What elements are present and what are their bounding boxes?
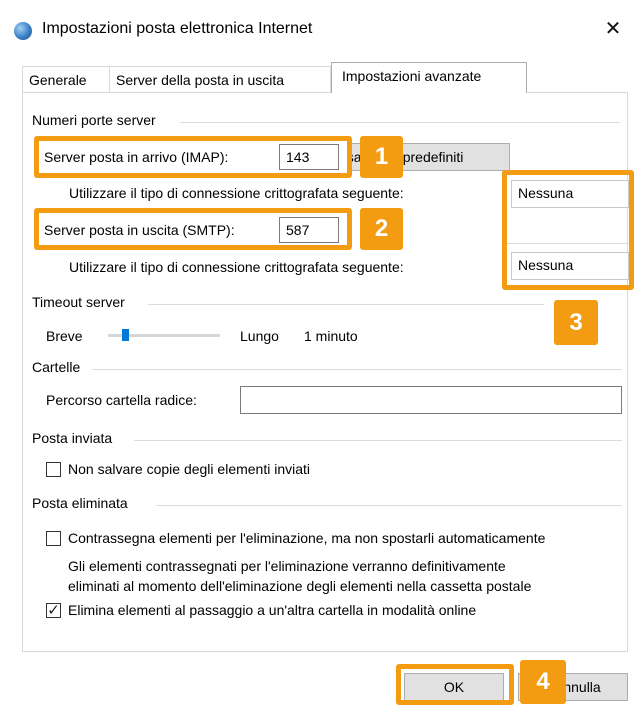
section-server-ports: Numeri porte server [32, 112, 160, 128]
group-divider [92, 369, 622, 370]
group-divider [180, 122, 620, 123]
mark-for-deletion-checkbox[interactable] [46, 531, 61, 546]
section-folders: Cartelle [32, 359, 85, 375]
encryption-divider [507, 243, 629, 244]
tab-server-posta-uscita[interactable]: Server della posta in uscita [109, 66, 331, 92]
section-sent: Posta inviata [32, 430, 117, 446]
deletion-info-line-1: Gli elementi contrassegnati per l'elimin… [68, 558, 506, 574]
timeout-short-label: Breve [46, 328, 83, 344]
no-sent-copies-checkbox[interactable] [46, 462, 61, 477]
badge-2: 2 [360, 208, 403, 250]
group-divider [156, 505, 622, 506]
encryption-out-label: Utilizzare il tipo di connessione critto… [69, 259, 404, 275]
purge-items-label: Elimina elementi al passaggio a un'altra… [68, 602, 477, 618]
tab-generale[interactable]: Generale [22, 66, 110, 92]
title-bar: Impostazioni posta elettronica Internet … [0, 0, 635, 64]
section-timeout: Timeout server [32, 294, 129, 310]
encryption-in-label: Utilizzare il tipo di connessione critto… [69, 185, 404, 201]
close-icon[interactable]: ✕ [598, 14, 628, 44]
group-divider [148, 304, 544, 305]
badge-3: 3 [554, 300, 598, 345]
deletion-info-line-2: eliminati al momento dell'eliminazione d… [68, 578, 532, 594]
highlight-ok [396, 664, 514, 705]
badge-4: 4 [520, 660, 566, 704]
window-title: Impostazioni posta elettronica Internet [42, 20, 313, 37]
purge-items-checkbox[interactable]: ✓ [46, 603, 61, 618]
highlight-imap [34, 136, 352, 178]
group-divider [134, 440, 622, 441]
globe-icon [14, 22, 32, 40]
section-deleted: Posta eliminata [32, 495, 132, 511]
timeout-value: 1 minuto [304, 328, 358, 344]
root-path-label: Percorso cartella radice: [46, 392, 197, 408]
timeout-long-label: Lungo [240, 328, 279, 344]
tab-impostazioni-avanzate[interactable]: Impostazioni avanzate [331, 62, 527, 93]
mark-for-deletion-label: Contrassegna elementi per l'eliminazione… [68, 530, 546, 546]
highlight-encryption [502, 170, 634, 290]
timeout-slider-thumb[interactable] [121, 329, 129, 341]
root-path-input[interactable] [240, 386, 622, 414]
highlight-smtp [34, 208, 352, 250]
no-sent-copies-label: Non salvare copie degli elementi inviati [68, 461, 311, 477]
badge-1: 1 [360, 136, 403, 178]
